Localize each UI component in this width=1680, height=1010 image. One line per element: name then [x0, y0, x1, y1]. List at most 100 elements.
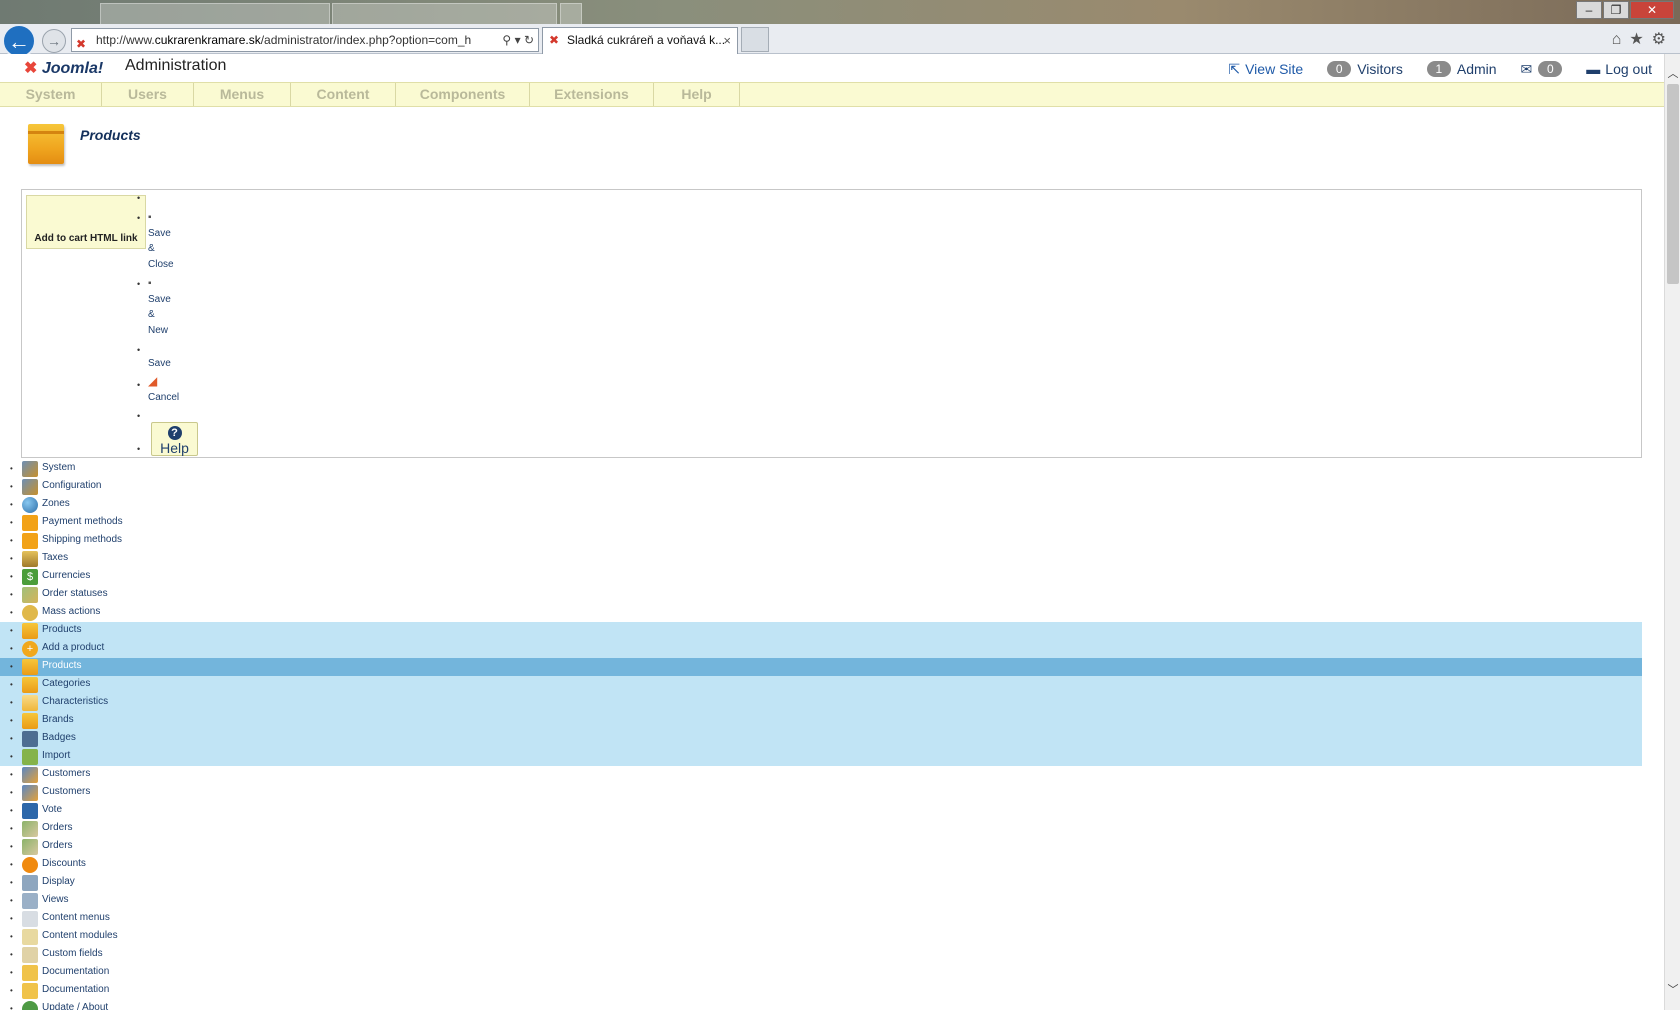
cancel-label: Cancel [148, 391, 180, 403]
nav-item-configuration[interactable]: • Configuration [0, 478, 1642, 496]
nav-bullet: • [10, 824, 13, 833]
money-icon: $ [22, 569, 38, 585]
nav-item-update-about[interactable]: • Update / About [0, 1000, 1642, 1010]
nav-bullet: • [10, 716, 13, 725]
home-icon[interactable]: ⌂ [1612, 31, 1630, 48]
search-icon[interactable]: ⚲ [502, 33, 511, 47]
refresh-icon[interactable]: ↻ [524, 33, 534, 47]
nav-item-views[interactable]: • Views [0, 892, 1642, 910]
address-bar[interactable]: ✖ http://www.cukrarenkramare.sk/administ… [71, 28, 539, 52]
nav-label: Update / About [42, 1002, 109, 1010]
save-button[interactable]: Save [148, 350, 171, 372]
nav-item-display[interactable]: • Display [0, 874, 1642, 892]
logout-link[interactable]: ▬ Log out [1586, 61, 1652, 77]
nav-item-discounts[interactable]: • Discounts [0, 856, 1642, 874]
menu-components[interactable]: Components [396, 83, 530, 106]
menu-extensions[interactable]: Extensions [530, 83, 654, 106]
visitors-status[interactable]: 0 Visitors [1327, 61, 1403, 77]
nav-item-custom-fields[interactable]: • Custom fields [0, 946, 1642, 964]
back-button[interactable]: ← [2, 24, 36, 58]
menu-menus[interactable]: Menus [194, 83, 291, 106]
nav-bullet: • [10, 500, 13, 509]
nav-label: Custom fields [42, 948, 103, 959]
nav-bullet: • [10, 842, 13, 851]
save-close-button[interactable]: ▪ Save & Close [148, 210, 174, 272]
star-icon[interactable]: ★ [1629, 31, 1651, 48]
page-scrollbar[interactable]: ︿ ﹀ [1664, 54, 1680, 1010]
save-new-button[interactable]: ▪ Save & New [148, 276, 171, 338]
menu-content[interactable]: Content [291, 83, 396, 106]
nav-item-documentation[interactable]: • Documentation [0, 982, 1642, 1000]
toolbar-bullet: • [137, 193, 141, 203]
help-label: Help [160, 440, 189, 456]
close-window-icon[interactable]: ✕ [1630, 1, 1674, 19]
nav-item-order-statuses[interactable]: • Order statuses [0, 586, 1642, 604]
nav-item-taxes[interactable]: • Taxes [0, 550, 1642, 568]
minimize-icon[interactable]: – [1576, 1, 1602, 19]
menu-system[interactable]: System [0, 83, 102, 106]
nav-item-brands[interactable]: • Brands [0, 712, 1642, 730]
nav-item-products[interactable]: • Products [0, 658, 1642, 676]
folder-icon [22, 659, 38, 675]
nav-label: Customers [42, 786, 91, 797]
nav-item-content-menus[interactable]: • Content menus [0, 910, 1642, 928]
nav-item-customers[interactable]: • Customers [0, 784, 1642, 802]
nav-bullet: • [10, 896, 13, 905]
gear-icon[interactable]: ⚙ [1652, 31, 1674, 48]
cancel-button[interactable]: ◢ Cancel [148, 374, 179, 405]
nav-item-orders-group[interactable]: • Orders [0, 820, 1642, 838]
background-tab[interactable] [332, 3, 557, 24]
scroll-thumb[interactable] [1667, 84, 1679, 284]
nav-label: Currencies [42, 570, 91, 581]
nav-bullet: • [10, 986, 13, 995]
nav-item-add-product[interactable]: • + Add a product [0, 640, 1642, 658]
save-new-label-2: & [148, 309, 155, 320]
users-icon [22, 785, 38, 801]
nav-item-vote[interactable]: • Vote [0, 802, 1642, 820]
nav-item-orders[interactable]: • Orders [0, 838, 1642, 856]
nav-label: Products [42, 624, 82, 635]
menu-help[interactable]: Help [654, 83, 740, 106]
mail-icon: ✉ [1520, 60, 1533, 77]
tab-close-icon[interactable]: × [723, 28, 731, 53]
nav-item-zones[interactable]: • Zones [0, 496, 1642, 514]
new-tab-button[interactable] [741, 27, 769, 52]
nav-item-system[interactable]: • System [0, 460, 1642, 478]
save-close-label-1: Save [148, 227, 171, 239]
nav-item-import[interactable]: • Import [0, 748, 1642, 766]
scroll-up-icon[interactable]: ︿ [1665, 66, 1680, 82]
tab-active[interactable]: ✖ Sladká cukráreň a voňavá k... × [542, 27, 738, 54]
admin-status[interactable]: 1 Admin [1426, 61, 1497, 77]
nav-item-content-modules[interactable]: • Content modules [0, 928, 1642, 946]
messages-status[interactable]: ✉ 0 [1521, 61, 1563, 78]
restore-icon[interactable]: ❐ [1603, 1, 1629, 19]
menu-users[interactable]: Users [102, 83, 194, 106]
nav-label: Vote [42, 804, 63, 815]
forward-button[interactable]: → [42, 29, 66, 53]
nav-item-products-group[interactable]: • Products [0, 622, 1642, 640]
nav-item-shipping-methods[interactable]: • Shipping methods [0, 532, 1642, 550]
nav-item-badges[interactable]: • Badges [0, 730, 1642, 748]
joomla-logo[interactable]: ✖ Joomla! [24, 58, 103, 78]
scroll-down-icon[interactable]: ﹀ [1665, 982, 1680, 998]
nav-item-customers-group[interactable]: • Customers [0, 766, 1642, 784]
background-tab[interactable] [100, 3, 330, 24]
nav-bullet: • [10, 968, 13, 977]
nav-bullet: • [10, 572, 13, 581]
background-tab-close[interactable] [560, 3, 582, 24]
main-menu: System Users Menus Content Components Ex… [0, 82, 1664, 107]
nav-item-categories[interactable]: • Categories [0, 676, 1642, 694]
nav-item-mass-actions[interactable]: • Mass actions [0, 604, 1642, 622]
view-site-link[interactable]: ⇱ View Site [1228, 61, 1303, 78]
add-to-cart-link-button[interactable]: Add to cart HTML link [26, 195, 146, 249]
nav-item-payment-methods[interactable]: • Payment methods [0, 514, 1642, 532]
nav-item-characteristics[interactable]: • Characteristics [0, 694, 1642, 712]
nav-bullet: • [10, 518, 13, 527]
toolbar-frame [21, 189, 1642, 458]
nav-label: Orders [42, 822, 73, 833]
folder-icon [22, 677, 38, 693]
nav-item-currencies[interactable]: • $ Currencies [0, 568, 1642, 586]
nav-item-documentation-group[interactable]: • Documentation [0, 964, 1642, 982]
help-button[interactable]: ? Help [151, 422, 198, 456]
dropdown-icon[interactable]: ▾ [515, 33, 521, 47]
